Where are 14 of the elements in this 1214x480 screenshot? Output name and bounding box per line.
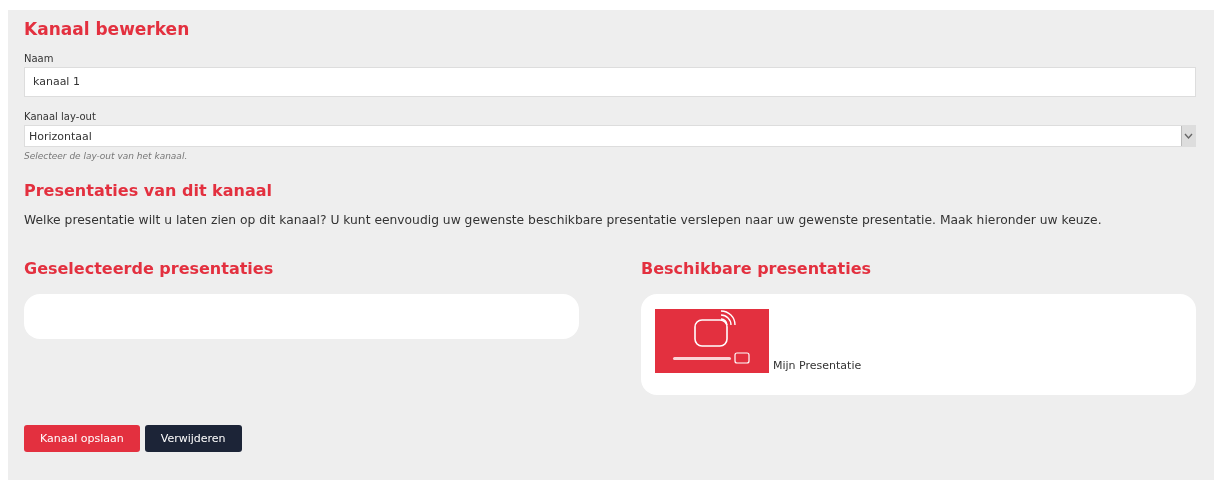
section-title: Presentaties van dit kanaal xyxy=(24,181,273,200)
page-title: Kanaal bewerken xyxy=(24,18,191,39)
save-button[interactable]: Kanaal opslaan xyxy=(24,425,140,452)
name-field[interactable]: kanaal 1 xyxy=(24,67,1196,97)
layout-dropdown[interactable]: Horizontaal xyxy=(24,125,1196,147)
list-title: Geselecteerde presentaties xyxy=(24,259,275,278)
list-title: Beschikbare presentaties xyxy=(641,259,873,278)
field-label: Naam xyxy=(24,53,55,64)
help-text: Selecteer de lay-out van het kanaal. xyxy=(24,151,189,161)
presentation-title[interactable]: Mijn Presentatie xyxy=(773,359,862,373)
chevron-down-icon xyxy=(1181,126,1195,146)
field-label: Kanaal lay-out xyxy=(24,111,97,122)
delete-button[interactable]: Verwijderen xyxy=(144,425,242,452)
section-description: Welke presentatie wilt u laten zien op dit kanaal? U kunt eenvoudig uw gewenste beschikbare presentatie verslepen naar uw gewenste presentatie. Maak hieronder uw keuze. xyxy=(24,213,1103,227)
